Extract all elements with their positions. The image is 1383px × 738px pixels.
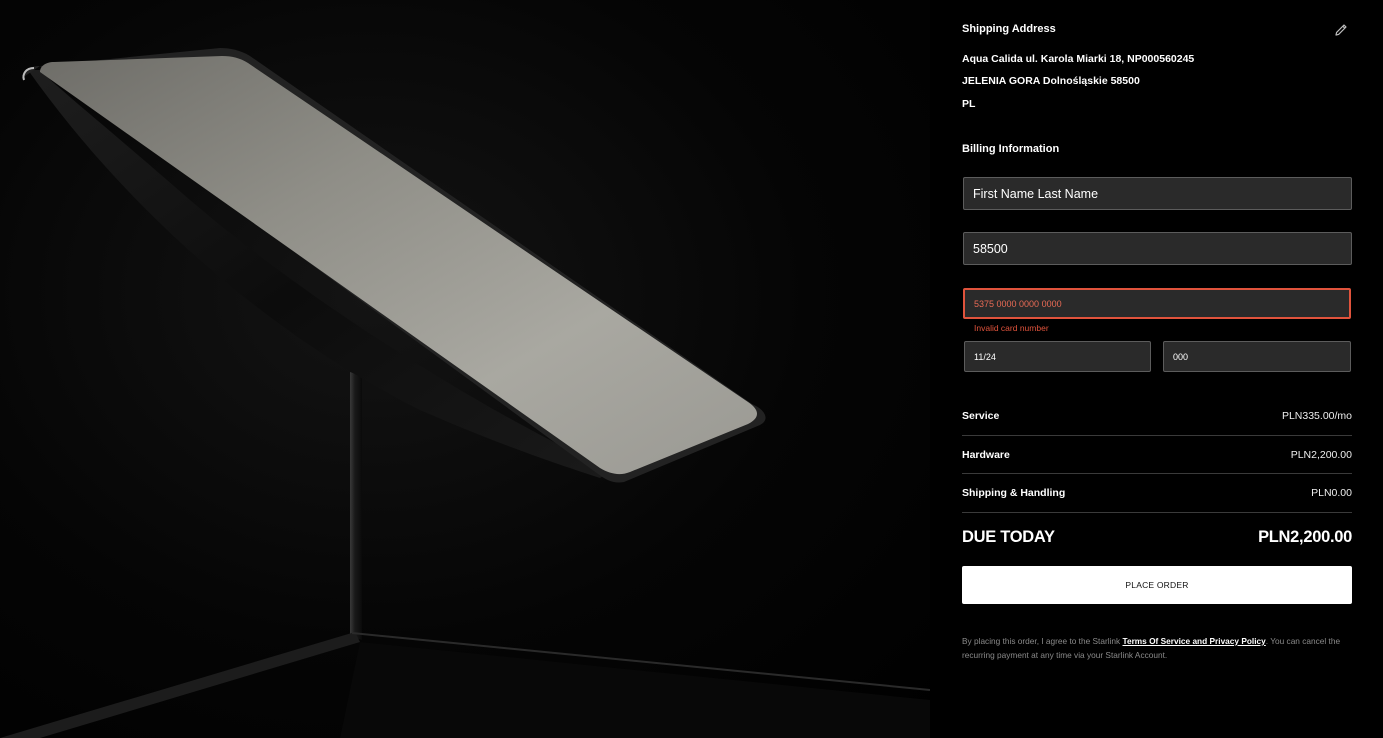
legal-prefix: By placing this order, I agree to the St… xyxy=(962,636,1123,646)
shipping-address-title: Shipping Address xyxy=(962,23,1056,35)
service-label: Service xyxy=(962,410,1000,422)
legal-text: By placing this order, I agree to the St… xyxy=(962,634,1352,662)
pencil-icon xyxy=(1335,24,1347,36)
service-value: PLN335.00/mo xyxy=(1281,410,1352,422)
edit-address-button[interactable] xyxy=(1333,22,1349,38)
divider xyxy=(962,473,1352,474)
hardware-label: Hardware xyxy=(962,449,1010,461)
expiry-field[interactable] xyxy=(964,341,1151,372)
product-image xyxy=(0,0,930,738)
postal-code-field[interactable] xyxy=(963,232,1352,265)
starlink-dish-illustration xyxy=(0,48,930,738)
divider xyxy=(962,512,1352,513)
terms-link[interactable]: Terms Of Service and Privacy Policy xyxy=(1123,636,1266,646)
address-country: PL xyxy=(962,98,976,110)
due-today-value: PLN2,200.00 xyxy=(1258,528,1352,546)
place-order-button[interactable]: PLACE ORDER xyxy=(962,566,1352,604)
card-number-field[interactable] xyxy=(963,288,1351,319)
billing-information-title: Billing Information xyxy=(962,143,1060,155)
hardware-value: PLN2,200.00 xyxy=(1290,449,1352,461)
address-line-2: JELENIA GORA Dolnośląskie 58500 xyxy=(962,75,1140,87)
shipping-handling-value: PLN0.00 xyxy=(1311,487,1352,499)
address-line-1: Aqua Calida ul. Karola Miarki 18, NP0005… xyxy=(962,53,1195,65)
due-today-label: DUE TODAY xyxy=(962,528,1055,546)
checkout-panel: Shipping Address Aqua Calida ul. Karola … xyxy=(962,0,1352,738)
shipping-handling-label: Shipping & Handling xyxy=(962,487,1066,499)
name-field[interactable] xyxy=(963,177,1352,210)
card-error-message: Invalid card number xyxy=(974,323,1049,333)
divider xyxy=(962,435,1352,436)
cvc-field[interactable] xyxy=(1163,341,1351,372)
